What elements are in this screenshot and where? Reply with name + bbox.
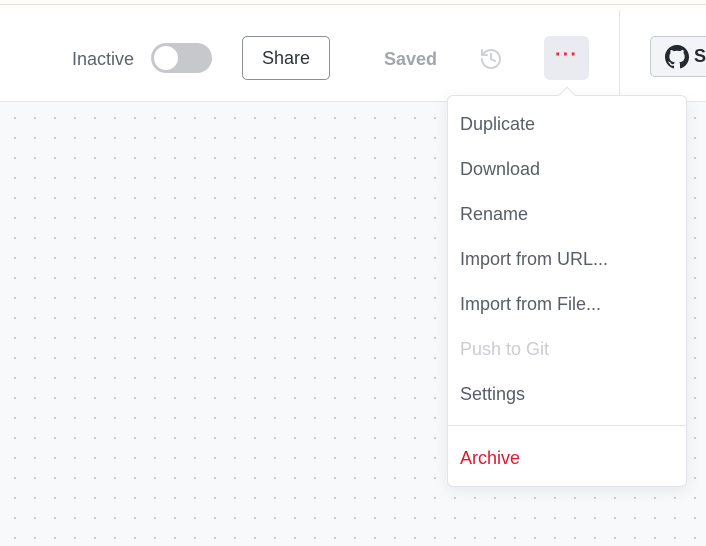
workflow-editor: Inactive Share Saved ··· S Duplicate Dow… (0, 0, 706, 546)
share-button[interactable]: Share (242, 36, 330, 80)
menu-item-import-from-file[interactable]: Import from File... (448, 284, 686, 324)
header-divider (619, 10, 620, 107)
menu-separator (448, 425, 686, 426)
saved-status: Saved (384, 49, 438, 69)
github-icon (665, 44, 689, 68)
workflow-status-label: Inactive (72, 49, 135, 69)
more-horizontal-icon: ··· (555, 44, 578, 66)
toggle-knob (154, 46, 178, 70)
header-bar: Inactive Share Saved ··· S (0, 5, 706, 107)
menu-item-push-to-git: Push to Git (460, 339, 550, 359)
more-options-menu: Duplicate Download Rename Import from UR… (447, 95, 687, 487)
history-icon[interactable] (479, 47, 503, 71)
workflow-active-toggle[interactable] (151, 43, 212, 73)
menu-item-archive[interactable]: Archive (448, 438, 686, 478)
more-options-button[interactable]: ··· (544, 36, 589, 80)
github-star-button[interactable]: S (650, 36, 706, 77)
menu-item-settings[interactable]: Settings (448, 374, 686, 414)
menu-item-download[interactable]: Download (448, 149, 686, 189)
menu-item-import-from-url[interactable]: Import from URL... (448, 239, 686, 279)
menu-item-rename[interactable]: Rename (448, 194, 686, 234)
github-star-label: S (694, 46, 706, 66)
menu-item-duplicate[interactable]: Duplicate (448, 104, 686, 144)
